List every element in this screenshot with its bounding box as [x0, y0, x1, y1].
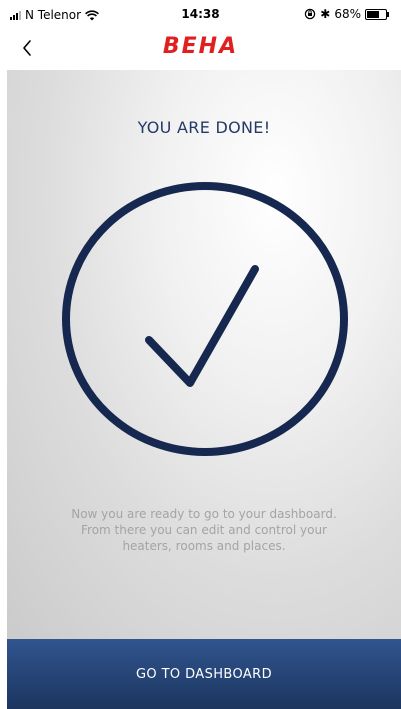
bluetooth-icon: ✱: [320, 7, 331, 21]
status-right: ✱ 68%: [304, 7, 389, 21]
battery-percent: 68%: [334, 7, 361, 21]
checkmark-circle-icon: [62, 182, 348, 456]
go-to-dashboard-button[interactable]: GO TO DASHBOARD: [7, 639, 401, 709]
status-bar: N Telenor 14:38 ✱ 68%: [0, 0, 401, 28]
nav-bar: BEHA: [0, 28, 401, 70]
page-title: YOU ARE DONE!: [137, 118, 271, 137]
battery-icon: [365, 8, 389, 20]
orientation-lock-icon: [305, 8, 316, 20]
screen: N Telenor 14:38 ✱ 68% BEHA YOU ARE DONE!…: [0, 0, 401, 709]
description-text: Now you are ready to go to your dashboar…: [71, 507, 337, 553]
main-content: YOU ARE DONE! Now you are ready to go to…: [7, 70, 401, 639]
brand-logo: BEHA: [162, 34, 239, 59]
